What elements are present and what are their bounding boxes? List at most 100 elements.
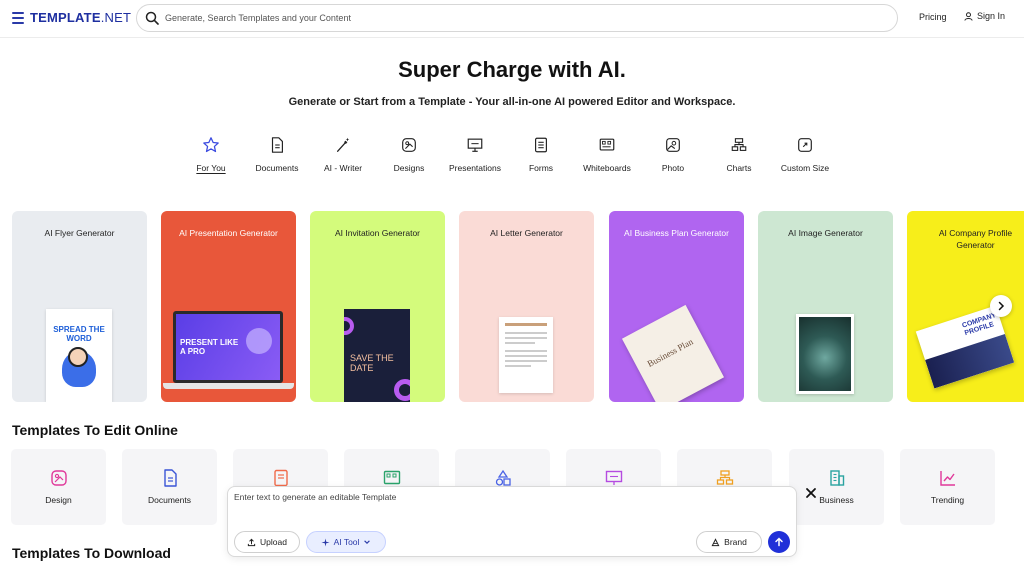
business-plan-thumbnail: Business Plan (621, 304, 725, 402)
close-prompt-button[interactable] (804, 486, 818, 500)
chevron-down-icon (364, 540, 371, 544)
whiteboard-icon (599, 138, 615, 151)
tab-label: Documents (255, 163, 299, 173)
card-title: AI Company Profile Generator (938, 228, 1013, 250)
tab-designs[interactable]: Designs (376, 136, 442, 173)
form-icon (274, 469, 288, 487)
card-ai-image-generator[interactable]: AI Image Generator (758, 211, 893, 402)
thumb-text: SPREAD THE WORD (53, 325, 105, 343)
user-icon (964, 11, 973, 21)
tab-whiteboards[interactable]: Whiteboards (574, 136, 640, 173)
card-title: AI Image Generator (788, 228, 863, 238)
tab-for-you[interactable]: For You (178, 136, 244, 173)
signin-link[interactable]: Sign In (964, 11, 1005, 21)
send-button[interactable] (768, 531, 790, 553)
chart-icon (731, 138, 747, 151)
tab-charts[interactable]: Charts (706, 136, 772, 173)
card-ai-invitation-generator[interactable]: AI Invitation Generator SAVE THE DATE (310, 211, 445, 402)
search-icon (145, 11, 159, 25)
tile-documents[interactable]: Documents (122, 449, 217, 525)
tab-photo[interactable]: Photo (640, 136, 706, 173)
search-input[interactable] (165, 10, 865, 26)
card-title: AI Business Plan Generator (624, 228, 729, 238)
shapes-icon (495, 469, 511, 486)
hero-subtitle: Generate or Start from a Template - Your… (288, 96, 736, 108)
card-ai-business-plan-generator[interactable]: AI Business Plan Generator Business Plan (609, 211, 744, 402)
section-title-edit-online: Templates To Edit Online (12, 422, 178, 438)
card-ai-letter-generator[interactable]: AI Letter Generator (459, 211, 594, 402)
tile-design[interactable]: Design (11, 449, 106, 525)
arrow-up-icon (775, 537, 783, 547)
site-logo[interactable]: TEMPLATE.NET (30, 10, 131, 25)
card-title: AI Invitation Generator (334, 228, 421, 238)
tab-label: AI - Writer (323, 163, 363, 173)
tab-presentations[interactable]: Presentations (442, 136, 508, 173)
magic-pen-icon (336, 137, 350, 152)
design-icon (402, 138, 416, 152)
invitation-thumbnail: SAVE THE DATE (344, 309, 410, 402)
tab-forms[interactable]: Forms (508, 136, 574, 173)
pricing-link[interactable]: Pricing (919, 12, 947, 22)
thumb-text: SAVE THE DATE (350, 353, 394, 373)
presentation-icon (467, 138, 483, 152)
document-icon (164, 469, 177, 487)
tab-label: Charts (726, 163, 752, 173)
tile-label: Documents (148, 495, 191, 505)
thumb-text: PRESENT LIKE A PRO (180, 338, 239, 356)
tab-ai-writer[interactable]: AI - Writer (310, 136, 376, 173)
photo-icon (666, 138, 680, 152)
flyer-thumbnail: SPREAD THE WORD (46, 309, 112, 402)
signin-label: Sign In (977, 11, 1006, 21)
ai-prompt-box: Upload AI Tool Brand (227, 486, 797, 557)
prompt-input[interactable] (234, 492, 774, 512)
card-title: AI Letter Generator (490, 228, 563, 238)
search-bar[interactable] (136, 4, 898, 32)
trending-icon (940, 471, 955, 486)
close-icon (806, 488, 816, 498)
tab-label: Whiteboards (583, 163, 631, 173)
tile-trending[interactable]: Trending (900, 449, 995, 525)
hamburger-menu-icon[interactable] (12, 12, 24, 24)
section-title-download: Templates To Download (12, 545, 171, 561)
laptop-thumbnail: PRESENT LIKE A PRO (173, 311, 283, 383)
tab-label: For You (196, 163, 226, 173)
brand-icon (711, 537, 720, 546)
tab-label: Designs (393, 163, 425, 173)
star-icon (203, 137, 219, 153)
card-title: AI Presentation Generator (179, 228, 278, 238)
brand-button[interactable]: Brand (696, 531, 762, 553)
tile-label: Design (45, 495, 72, 505)
card-title: AI Flyer Generator (44, 228, 115, 238)
carousel-next-button[interactable] (990, 295, 1012, 317)
card-ai-flyer-generator[interactable]: AI Flyer Generator SPREAD THE WORD (12, 211, 147, 402)
tile-label: Trending (930, 495, 965, 505)
chart-icon (716, 470, 734, 485)
tab-label: Photo (661, 163, 685, 173)
brand-label: Brand (724, 537, 747, 547)
tab-label: Presentations (449, 163, 501, 173)
ai-tool-dropdown[interactable]: AI Tool (306, 531, 386, 553)
tab-label: Custom Size (780, 163, 830, 173)
card-ai-presentation-generator[interactable]: AI Presentation Generator PRESENT LIKE A… (161, 211, 296, 402)
whiteboard-icon (383, 470, 401, 485)
form-icon (535, 137, 547, 153)
sparkle-icon (321, 537, 330, 547)
tab-custom-size[interactable]: Custom Size (772, 136, 838, 173)
presentation-icon (605, 470, 623, 485)
top-header: TEMPLATE.NET Pricing Sign In (0, 0, 1024, 38)
tab-documents[interactable]: Documents (244, 136, 310, 173)
building-icon (830, 470, 845, 486)
document-icon (271, 137, 283, 153)
letter-thumbnail (499, 317, 553, 393)
chevron-right-icon (998, 301, 1005, 311)
upload-button[interactable]: Upload (234, 531, 300, 553)
company-profile-thumbnail: COMPANY PROFILE (915, 305, 1015, 389)
thumb-text: Business Plan (645, 336, 695, 369)
upload-icon (247, 538, 256, 546)
hero-title: Super Charge with AI. (398, 57, 626, 82)
design-icon (51, 470, 67, 486)
image-thumbnail (796, 314, 854, 394)
ai-tool-label: AI Tool (333, 537, 360, 547)
upload-label: Upload (260, 537, 287, 547)
resize-icon (798, 138, 812, 152)
